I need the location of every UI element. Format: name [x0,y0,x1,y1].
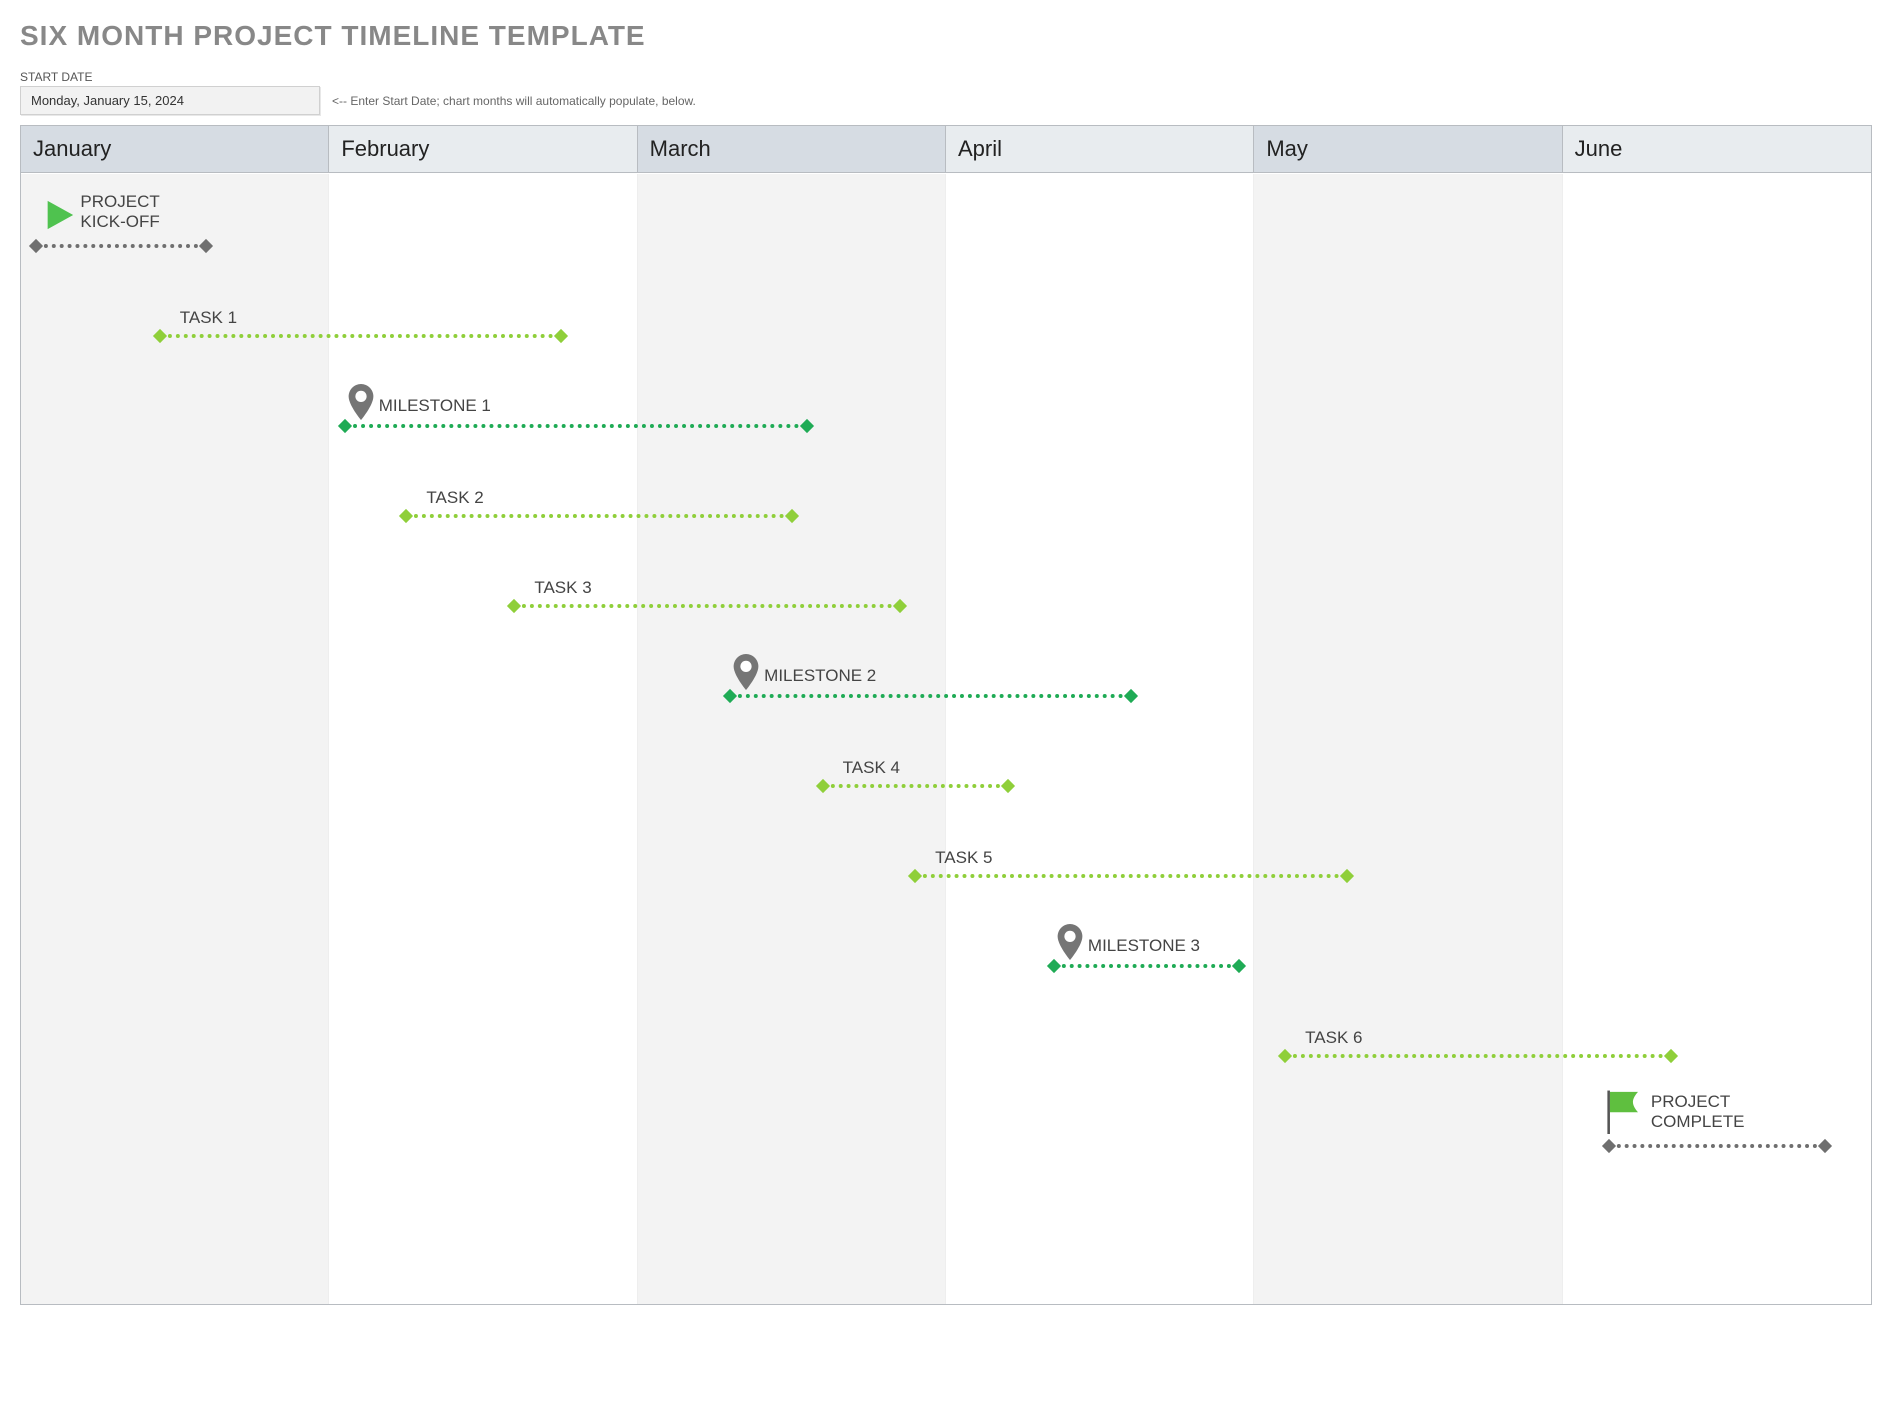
diamond-marker [1602,1139,1616,1153]
month-header: January [21,126,329,172]
diamond-marker [1278,1049,1292,1063]
diamond-marker [399,509,413,523]
month-header: May [1254,126,1562,172]
item-label: PROJECT KICK-OFF [80,192,190,231]
diamond-marker [816,779,830,793]
pin-icon [732,654,760,690]
timeline-bar [160,334,561,338]
month-header: June [1563,126,1871,172]
month-header: March [638,126,946,172]
timeline-items: PROJECT KICK-OFF TASK 1 MILESTONE 1 TASK 2 T… [21,174,1871,1304]
diamond-marker [554,329,568,343]
timeline-bar [36,244,206,248]
start-date-hint: <-- Enter Start Date; chart months will … [332,94,696,108]
month-header: April [946,126,1254,172]
diamond-marker [338,419,352,433]
diamond-marker [507,599,521,613]
item-label: MILESTONE 1 [379,396,491,416]
item-label: TASK 4 [843,758,900,778]
diamond-marker [723,689,737,703]
diamond-marker [1047,959,1061,973]
item-label: TASK 5 [935,848,992,868]
item-label: PROJECT COMPLETE [1651,1092,1771,1131]
diamond-marker [199,239,213,253]
timeline-bar [345,424,808,428]
play-icon [42,198,76,232]
diamond-marker [29,239,43,253]
timeline-bar [1054,964,1239,968]
timeline-bar [730,694,1131,698]
item-label: TASK 6 [1305,1028,1362,1048]
timeline-bar [1285,1054,1670,1058]
timeline-chart: JanuaryFebruaryMarchAprilMayJune PROJECT… [20,125,1872,1305]
start-date-input[interactable] [20,86,320,115]
item-label: MILESTONE 3 [1088,936,1200,956]
month-header: February [329,126,637,172]
diamond-marker [1124,689,1138,703]
timeline-bar [406,514,791,518]
diamond-marker [800,419,814,433]
item-label: TASK 3 [534,578,591,598]
diamond-marker [1232,959,1246,973]
diamond-marker [1340,869,1354,883]
start-date-label: START DATE [20,70,1872,84]
flag-icon [1603,1088,1645,1134]
diamond-marker [785,509,799,523]
month-header-row: JanuaryFebruaryMarchAprilMayJune [21,126,1871,173]
pin-icon [347,384,375,420]
diamond-marker [893,599,907,613]
timeline-bar [514,604,899,608]
diamond-marker [1663,1049,1677,1063]
diamond-marker [908,869,922,883]
item-label: TASK 1 [180,308,237,328]
diamond-marker [153,329,167,343]
pin-icon [1056,924,1084,960]
diamond-marker [1001,779,1015,793]
start-date-row: <-- Enter Start Date; chart months will … [20,86,1872,115]
page-title: SIX MONTH PROJECT TIMELINE TEMPLATE [20,20,1872,52]
item-label: TASK 2 [426,488,483,508]
diamond-marker [1818,1139,1832,1153]
timeline-bar [823,784,1008,788]
item-label: MILESTONE 2 [764,666,876,686]
timeline-bar [1609,1144,1825,1148]
timeline-bar [915,874,1347,878]
